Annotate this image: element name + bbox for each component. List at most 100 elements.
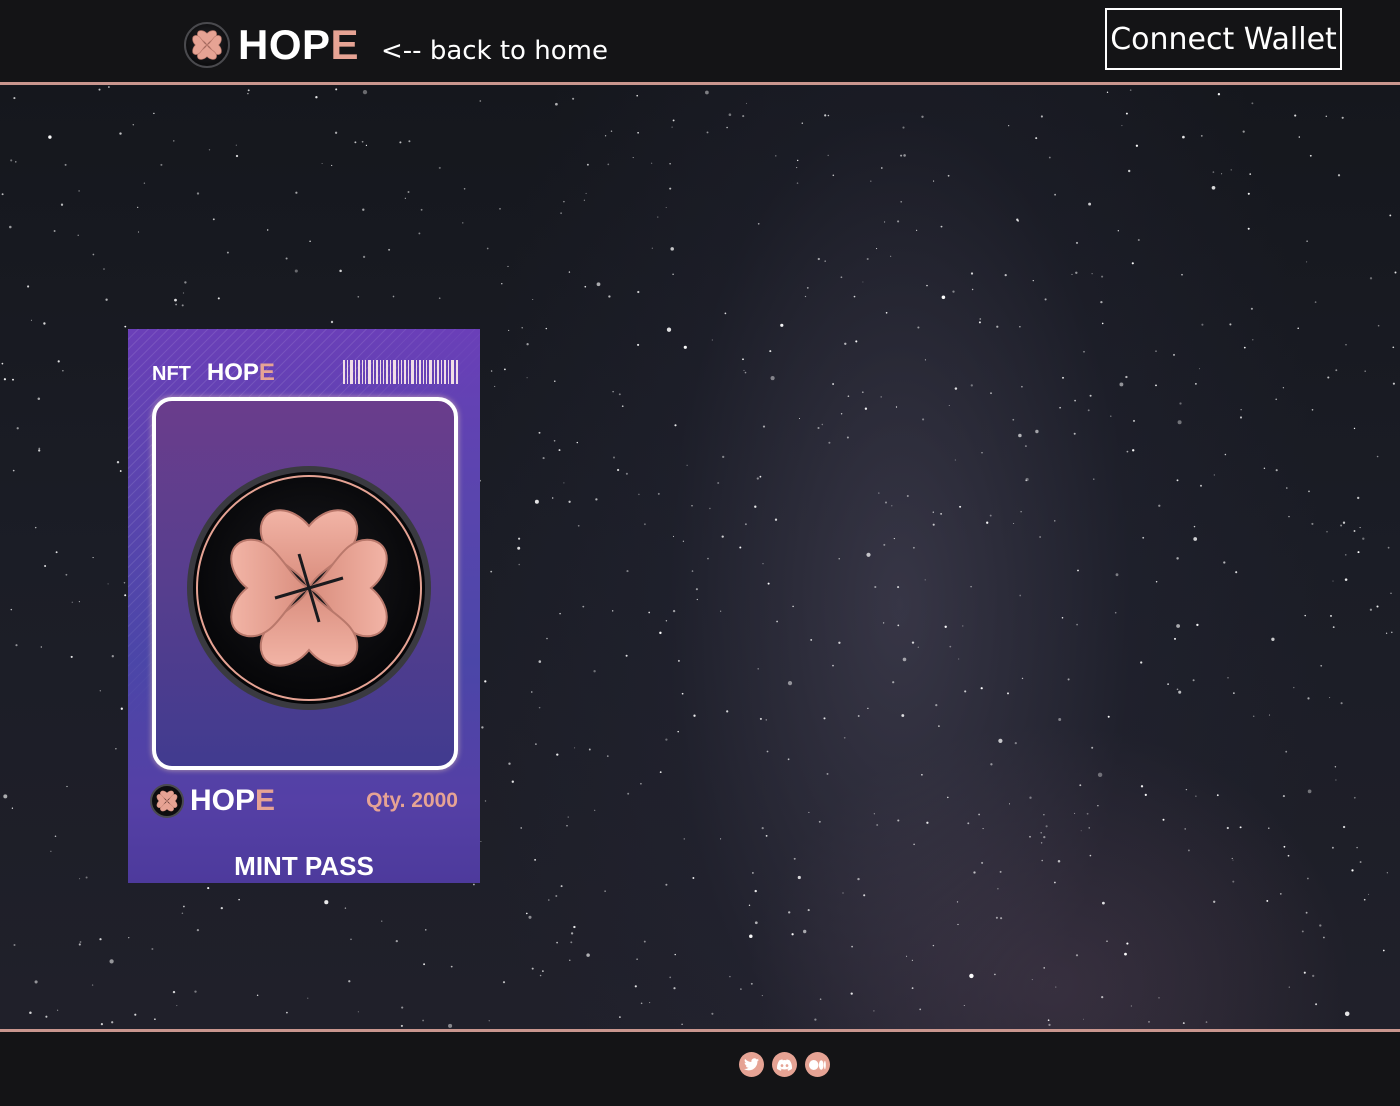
star xyxy=(861,391,864,394)
star xyxy=(1326,530,1328,533)
star xyxy=(235,144,237,146)
star xyxy=(1040,115,1043,118)
star xyxy=(1359,861,1362,863)
card-brand: HOPE xyxy=(207,359,275,386)
star xyxy=(572,97,575,100)
star xyxy=(484,800,487,802)
star xyxy=(569,959,571,961)
star xyxy=(745,102,748,104)
mint-pass-card[interactable]: NFT HOPE HOPE Qty. 2000 MINT PASS xyxy=(128,329,480,883)
star xyxy=(880,167,883,169)
star xyxy=(408,140,411,143)
star xyxy=(1017,220,1019,222)
star xyxy=(759,717,762,720)
star xyxy=(1251,102,1254,105)
star xyxy=(354,141,357,144)
star xyxy=(902,126,905,129)
star xyxy=(840,276,843,279)
twitter-icon[interactable] xyxy=(739,1052,764,1077)
star xyxy=(659,771,662,773)
star xyxy=(1327,376,1330,379)
star xyxy=(986,521,989,524)
star xyxy=(989,514,992,517)
star xyxy=(765,719,767,721)
star xyxy=(683,345,687,349)
star xyxy=(895,406,898,408)
star xyxy=(586,953,590,957)
star xyxy=(1131,262,1134,265)
medium-icon[interactable] xyxy=(805,1052,830,1077)
star xyxy=(34,980,38,984)
star xyxy=(1061,616,1064,619)
connect-wallet-button[interactable]: Connect Wallet xyxy=(1105,8,1342,70)
star xyxy=(538,431,541,434)
star xyxy=(749,934,753,938)
star xyxy=(247,89,250,92)
star xyxy=(906,495,909,497)
star xyxy=(853,295,856,298)
star xyxy=(1252,339,1254,341)
star xyxy=(1024,445,1027,448)
star xyxy=(826,772,829,775)
star xyxy=(518,563,520,566)
star xyxy=(1351,869,1354,872)
star xyxy=(1329,697,1331,699)
star xyxy=(980,687,983,690)
star xyxy=(1226,826,1229,830)
star xyxy=(15,644,18,647)
star xyxy=(560,885,563,888)
card-brand-main: HOP xyxy=(206,359,259,386)
star xyxy=(932,523,935,526)
star xyxy=(1178,690,1182,694)
star xyxy=(1054,520,1056,522)
star xyxy=(348,980,351,983)
star xyxy=(1268,827,1270,829)
clover-logo-icon xyxy=(184,22,230,68)
star xyxy=(847,395,850,398)
star xyxy=(1177,420,1182,425)
star xyxy=(1239,416,1243,419)
star xyxy=(1124,952,1127,956)
star xyxy=(182,292,185,294)
star xyxy=(595,498,598,501)
star xyxy=(1200,135,1203,137)
star xyxy=(502,981,506,984)
star xyxy=(1073,432,1076,435)
star xyxy=(1130,1005,1133,1007)
star xyxy=(666,327,672,332)
star xyxy=(926,821,929,824)
star xyxy=(1075,241,1079,244)
star xyxy=(788,911,791,914)
star xyxy=(761,827,764,830)
star xyxy=(132,124,135,126)
discord-icon[interactable] xyxy=(772,1052,797,1077)
star xyxy=(38,447,41,450)
star xyxy=(964,690,967,693)
brand-logo[interactable]: HOPE xyxy=(184,20,359,70)
star xyxy=(120,707,123,710)
star xyxy=(91,984,94,986)
star xyxy=(695,588,698,591)
star xyxy=(793,857,796,860)
star xyxy=(1285,750,1288,753)
star xyxy=(1091,746,1094,749)
star xyxy=(1345,344,1347,346)
star xyxy=(511,780,514,783)
back-to-home-link[interactable]: <-- back to home xyxy=(381,36,608,66)
star xyxy=(438,297,441,300)
star xyxy=(563,200,565,203)
star xyxy=(1086,812,1089,815)
star xyxy=(917,326,920,329)
star xyxy=(1392,346,1395,349)
star xyxy=(1389,214,1392,217)
star xyxy=(217,297,220,300)
star xyxy=(153,112,155,115)
star xyxy=(1315,1003,1318,1006)
star xyxy=(810,638,813,641)
star xyxy=(787,758,790,761)
star xyxy=(608,295,611,298)
star xyxy=(12,469,15,472)
star xyxy=(814,1018,817,1021)
card-nft-label: NFT xyxy=(152,363,191,385)
star xyxy=(1044,298,1047,301)
